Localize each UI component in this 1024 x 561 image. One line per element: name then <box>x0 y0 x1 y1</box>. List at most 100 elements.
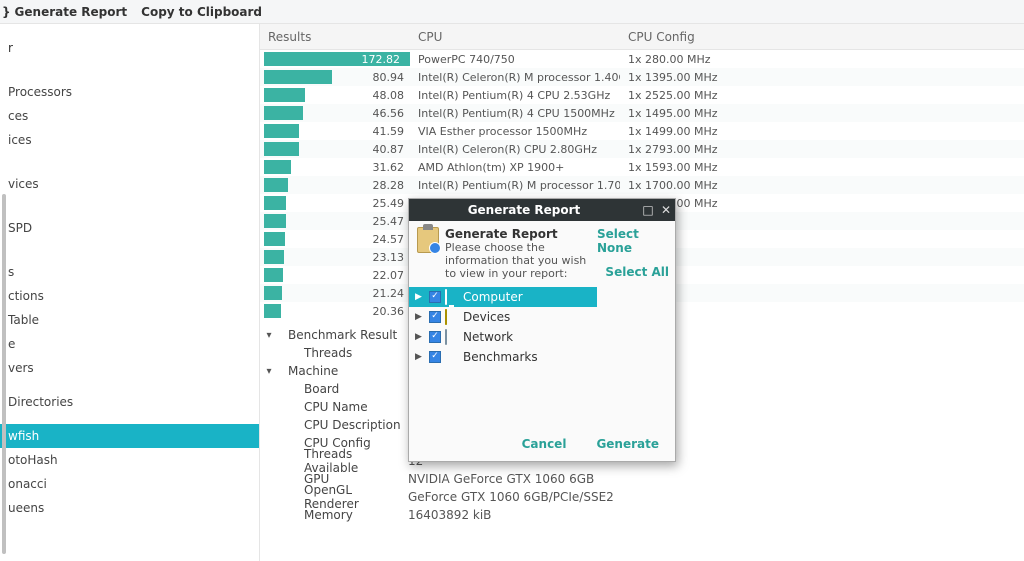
table-row[interactable]: 28.28Intel(R) Pentium(R) M processor 1.7… <box>260 176 1024 194</box>
sidebar-item[interactable]: s <box>0 260 259 284</box>
cpu-config: 1x 1593.00 MHz <box>620 161 1024 174</box>
table-row[interactable]: 40.87Intel(R) Celeron(R) CPU 2.80GHz1x 2… <box>260 140 1024 158</box>
result-bar <box>264 268 283 282</box>
detail-value: GeForce GTX 1060 6GB/PCIe/SSE2 <box>408 490 614 504</box>
result-value: 172.82 <box>362 53 401 66</box>
window-maximize-icon[interactable]: □ <box>639 203 657 217</box>
tree-row-network[interactable]: ▶Network <box>409 327 597 347</box>
sidebar-item[interactable] <box>0 60 259 70</box>
table-row[interactable]: 80.94Intel(R) Celeron(R) M processor 1.4… <box>260 68 1024 86</box>
table-row[interactable]: 172.82PowerPC 740/7501x 280.00 MHz <box>260 50 1024 68</box>
result-bar <box>264 286 282 300</box>
cpu-config: 1x 1499.00 MHz <box>620 125 1024 138</box>
table-row[interactable]: 31.62AMD Athlon(tm) XP 1900+1x 1593.00 M… <box>260 158 1024 176</box>
sidebar-item[interactable]: ctions <box>0 284 259 308</box>
col-header-cpu[interactable]: CPU <box>410 30 620 44</box>
report-tree: ▶Computer▶Devices▶Network▶Benchmarks <box>409 287 597 367</box>
sidebar-item[interactable]: ces <box>0 104 259 128</box>
col-header-results[interactable]: Results <box>260 30 410 44</box>
sidebar-item[interactable] <box>0 206 259 216</box>
select-all-button[interactable]: Select All <box>605 265 669 279</box>
copy-clipboard-toolbar-button[interactable]: Copy to Clipboard <box>141 5 262 19</box>
result-value: 21.24 <box>373 287 405 300</box>
sidebar-item[interactable] <box>0 380 259 390</box>
sidebar-item[interactable]: vers <box>0 356 259 380</box>
window-close-icon[interactable]: ✕ <box>657 203 675 217</box>
select-none-button[interactable]: Select None <box>597 227 669 255</box>
result-value: 23.13 <box>373 251 405 264</box>
wrench-icon: } <box>2 5 11 19</box>
sidebar-item[interactable]: Table <box>0 308 259 332</box>
detail-section-label: Benchmark Result <box>278 328 408 342</box>
benchmarks-icon <box>445 350 459 364</box>
result-bar <box>264 304 281 318</box>
generate-button[interactable]: Generate <box>596 437 659 451</box>
network-icon <box>445 330 459 344</box>
monitor-icon <box>445 290 459 304</box>
cpu-name: Intel(R) Celeron(R) CPU 2.80GHz <box>410 143 620 156</box>
table-row[interactable]: 41.59VIA Esther processor 1500MHz1x 1499… <box>260 122 1024 140</box>
sidebar-item[interactable] <box>0 240 259 250</box>
cpu-name: AMD Athlon(tm) XP 1900+ <box>410 161 620 174</box>
sidebar-item[interactable] <box>0 414 259 424</box>
sidebar-item[interactable]: Directories <box>0 390 259 414</box>
sidebar-item[interactable]: Processors <box>0 80 259 104</box>
result-value: 20.36 <box>373 305 405 318</box>
checkbox[interactable] <box>429 351 441 363</box>
sidebar-item[interactable] <box>0 152 259 162</box>
clipboard-icon <box>417 227 439 257</box>
result-value: 25.49 <box>373 197 405 210</box>
scrollbar[interactable] <box>2 194 6 554</box>
detail-label: Threads Available <box>278 447 408 475</box>
result-bar <box>264 178 288 192</box>
result-bar <box>264 106 303 120</box>
checkbox[interactable] <box>429 331 441 343</box>
cpu-config: 1x 1495.00 MHz <box>620 107 1024 120</box>
result-value: 80.94 <box>373 71 405 84</box>
tree-label: Computer <box>463 290 523 304</box>
chevron-down-icon[interactable]: ▾ <box>260 366 278 377</box>
cpu-name: Intel(R) Pentium(R) M processor 1.70GHz <box>410 179 620 192</box>
result-value: 25.47 <box>373 215 405 228</box>
tree-row-devices[interactable]: ▶Devices <box>409 307 597 327</box>
cpu-config: 1x 1700.00 MHz <box>620 179 1024 192</box>
sidebar-item[interactable] <box>0 162 259 172</box>
tree-row-computer[interactable]: ▶Computer <box>409 287 597 307</box>
detail-label: Memory <box>278 508 408 522</box>
sidebar-item[interactable] <box>0 250 259 260</box>
tree-row-benchmarks[interactable]: ▶Benchmarks <box>409 347 597 367</box>
dialog-titlebar[interactable]: Generate Report □ ✕ <box>409 199 675 221</box>
table-row[interactable]: 48.08Intel(R) Pentium(R) 4 CPU 2.53GHz1x… <box>260 86 1024 104</box>
sidebar-item[interactable]: e <box>0 332 259 356</box>
sidebar-item[interactable]: onacci <box>0 472 259 496</box>
sidebar-item[interactable]: SPD <box>0 216 259 240</box>
cpu-config: 1x 2525.00 MHz <box>620 89 1024 102</box>
sidebar-item[interactable]: ices <box>0 128 259 152</box>
cpu-name: VIA Esther processor 1500MHz <box>410 125 620 138</box>
copy-clipboard-label: Copy to Clipboard <box>141 5 262 19</box>
detail-value: NVIDIA GeForce GTX 1060 6GB <box>408 472 594 486</box>
table-row[interactable]: 46.56 Intel(R) Pentium(R) 4 CPU 1500MHz1x… <box>260 104 1024 122</box>
sidebar-item[interactable]: otoHash <box>0 448 259 472</box>
sidebar-item[interactable]: vices <box>0 172 259 196</box>
cpu-name: PowerPC 740/750 <box>410 53 620 66</box>
sidebar[interactable]: r Processorscesices vices SPD sctionsTableev… <box>0 24 260 561</box>
result-value: 46.56 <box>373 107 405 120</box>
cpu-name: Intel(R) Pentium(R) 4 CPU 2.53GHz <box>410 89 620 102</box>
result-value: 24.57 <box>373 233 405 246</box>
sidebar-item[interactable]: wfish <box>0 424 259 448</box>
checkbox[interactable] <box>429 291 441 303</box>
chevron-down-icon[interactable]: ▾ <box>260 330 278 341</box>
sidebar-item[interactable]: r <box>0 36 259 60</box>
chevron-right-icon: ▶ <box>415 352 425 362</box>
cancel-button[interactable]: Cancel <box>522 437 567 451</box>
sidebar-item[interactable]: ueens <box>0 496 259 520</box>
sidebar-item[interactable] <box>0 196 259 206</box>
checkbox[interactable] <box>429 311 441 323</box>
generate-report-toolbar-button[interactable]: } Generate Report <box>2 5 127 19</box>
cpu-config: .00 MHz <box>620 233 1024 246</box>
cpu-name: Intel(R) Pentium(R) 4 CPU 1500MHz <box>410 107 620 120</box>
col-header-config[interactable]: CPU Config <box>620 30 1024 44</box>
sidebar-item[interactable] <box>0 70 259 80</box>
devices-icon <box>445 310 459 324</box>
